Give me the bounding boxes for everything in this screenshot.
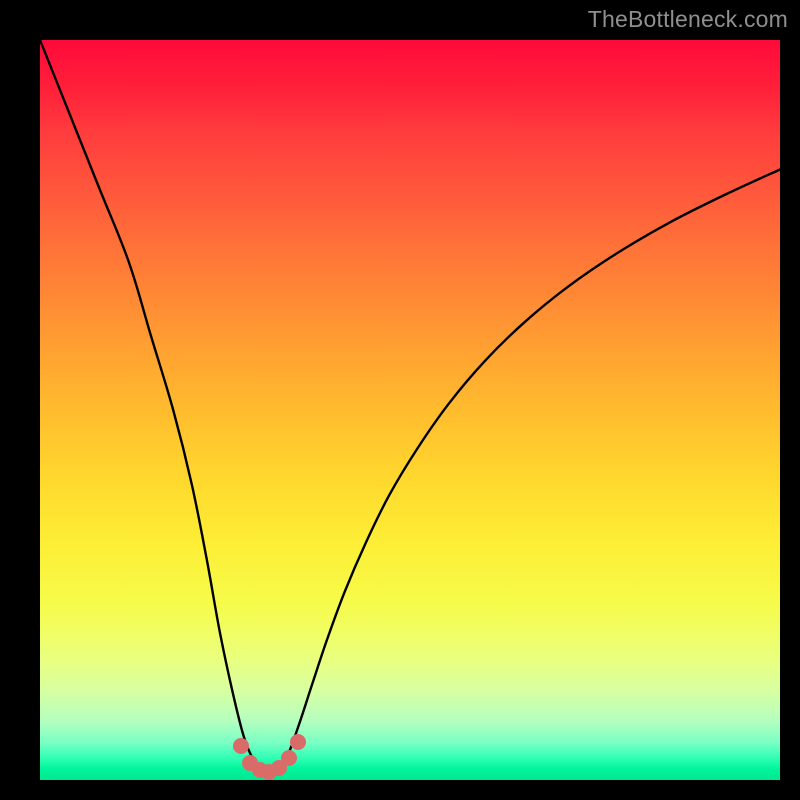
marker-dot	[233, 738, 249, 754]
chart-frame: TheBottleneck.com	[0, 0, 800, 800]
marker-dot	[290, 734, 306, 750]
watermark-text: TheBottleneck.com	[588, 6, 788, 33]
plot-area	[40, 40, 780, 780]
marker-dot	[281, 750, 297, 766]
marker-dots	[40, 40, 780, 780]
